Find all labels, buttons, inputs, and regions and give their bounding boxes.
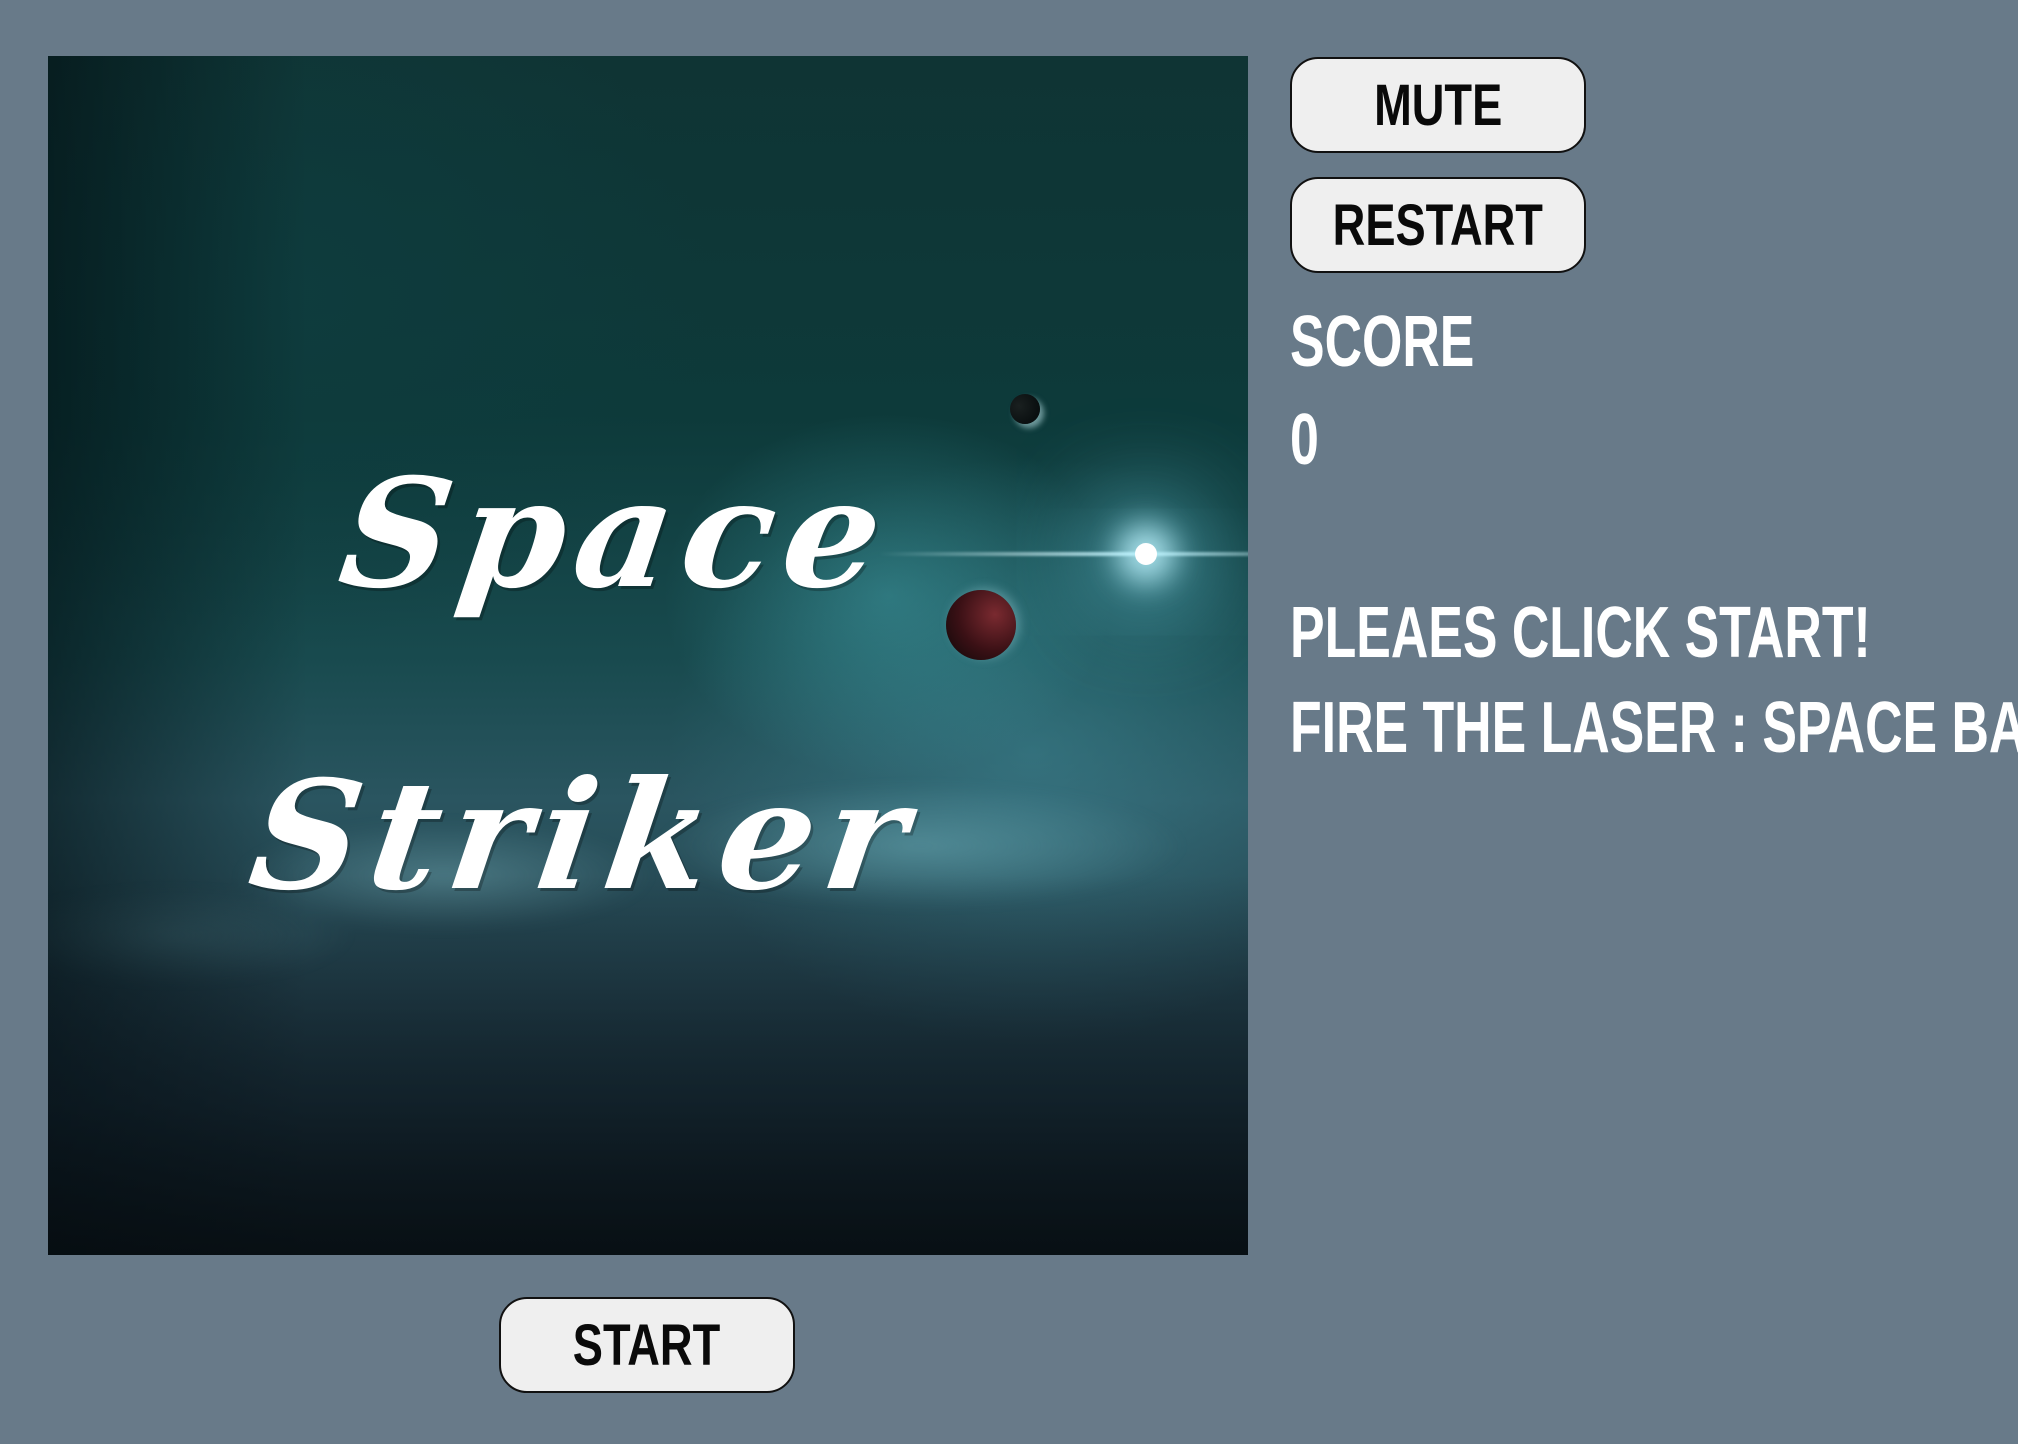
game-title-line-1: Space (330, 446, 903, 622)
red-planet (946, 590, 1016, 660)
start-button[interactable]: START (499, 1297, 795, 1393)
score-label: SCORE (1290, 302, 1475, 382)
mute-button[interactable]: MUTE (1290, 57, 1586, 153)
restart-button[interactable]: RESTART (1290, 177, 1586, 273)
background-fade (48, 875, 1248, 1255)
controls-instructions: FIRE THE LASER : SPACE BAR (1290, 688, 2018, 768)
small-moon (1010, 394, 1040, 424)
game-title-line-2: Striker (240, 748, 928, 924)
game-canvas[interactable]: Space Striker (48, 56, 1248, 1255)
restart-button-label: RESTART (1332, 192, 1544, 258)
score-value: 0 (1290, 400, 1319, 480)
star-flare (878, 552, 1248, 556)
mute-button-label: MUTE (1373, 72, 1503, 138)
bright-star (1135, 543, 1157, 565)
start-prompt: PLEAES CLICK START! (1290, 593, 1871, 673)
start-button-label: START (573, 1312, 721, 1378)
